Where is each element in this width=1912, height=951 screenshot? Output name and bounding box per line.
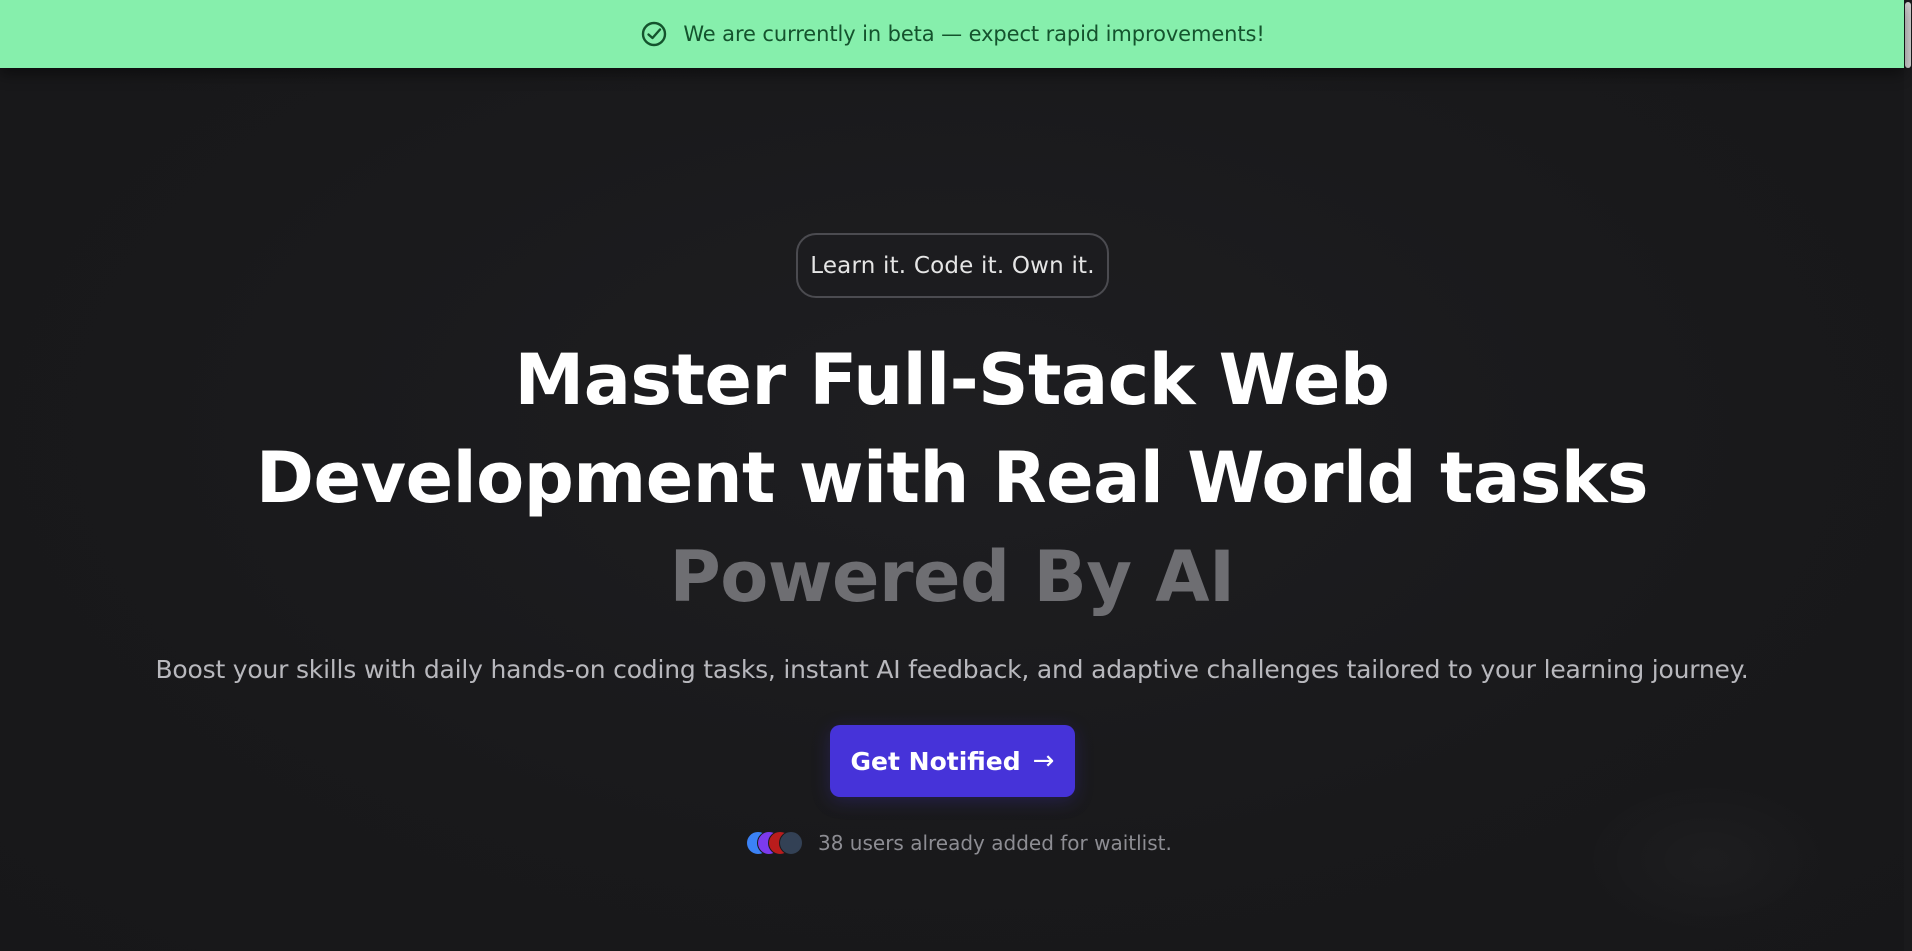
waitlist-info: 38 users already added for waitlist. <box>746 829 1172 857</box>
hero-subtitle: Boost your skills with daily hands-on co… <box>155 655 1749 684</box>
tagline-badge: Learn it. Code it. Own it. <box>796 233 1109 298</box>
landing-page: We are currently in beta — expect rapid … <box>0 0 1912 951</box>
beta-banner: We are currently in beta — expect rapid … <box>0 0 1904 68</box>
background-glow <box>1580 780 1840 940</box>
avatar-stack <box>746 830 806 856</box>
headline-line-3: Powered By AI <box>669 536 1235 618</box>
scrollbar-thumb[interactable] <box>1905 2 1911 68</box>
scrollbar[interactable] <box>1904 0 1912 951</box>
headline-line-1: Master Full-Stack Web <box>514 339 1390 421</box>
check-circle-icon <box>639 19 669 49</box>
get-notified-button[interactable]: Get Notified → <box>830 725 1075 797</box>
get-notified-label: Get Notified <box>850 746 1021 776</box>
headline-line-2: Development with Real World tasks <box>255 437 1649 519</box>
waitlist-count-text: 38 users already added for waitlist. <box>818 831 1172 855</box>
arrow-right-icon: → <box>1032 746 1055 776</box>
avatar <box>779 831 803 855</box>
beta-banner-text: We are currently in beta — expect rapid … <box>683 22 1265 46</box>
